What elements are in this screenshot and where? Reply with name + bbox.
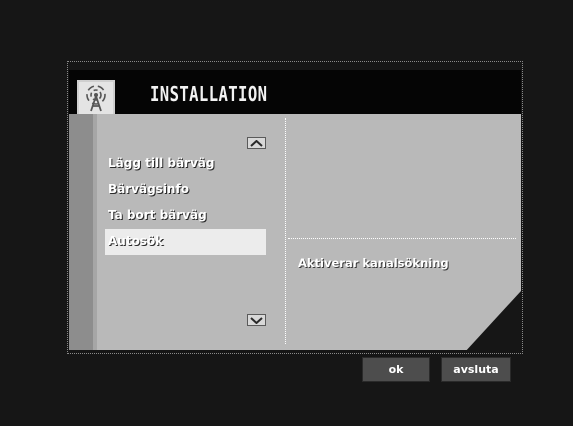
panel-edge — [69, 114, 93, 350]
scroll-down-button[interactable] — [247, 314, 266, 326]
antenna-icon — [77, 80, 115, 118]
page-title: INSTALLATION — [150, 82, 268, 106]
scroll-up-button[interactable] — [247, 137, 266, 149]
column-divider — [285, 118, 286, 344]
menu-item-carrier-info[interactable]: Bärvägsinfo — [105, 177, 266, 203]
menu-item-autosearch[interactable]: Autosök — [105, 229, 266, 255]
info-divider — [288, 238, 516, 239]
ok-button[interactable]: ok — [362, 357, 430, 382]
menu-item-add-carrier[interactable]: Lägg till bärväg — [105, 151, 266, 177]
menu-item-remove-carrier[interactable]: Ta bort bärväg — [105, 203, 266, 229]
tv-screen: INSTALLATION Lägg till bärväg Bärvägsinf… — [0, 0, 573, 426]
chevron-up-icon — [250, 139, 263, 147]
chevron-down-icon — [250, 316, 263, 324]
panel-edge-inner — [93, 114, 97, 350]
installation-menu: Lägg till bärväg Bärvägsinfo Ta bort bär… — [105, 151, 266, 255]
quit-button[interactable]: avsluta — [441, 357, 511, 382]
title-bar — [69, 70, 521, 114]
item-description: Aktiverar kanalsökning — [298, 256, 449, 270]
